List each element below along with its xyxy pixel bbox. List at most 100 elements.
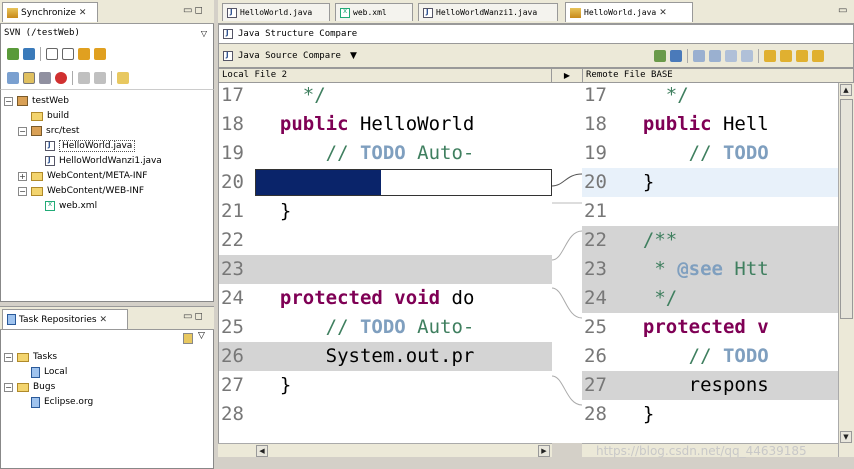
minimize-maximize-icons[interactable]: ▭◻ (183, 5, 205, 16)
collapse-icon[interactable]: − (18, 186, 27, 196)
code-line: 26 // TODO (582, 342, 838, 371)
link-icon[interactable] (94, 71, 106, 84)
scroll-right-icon[interactable]: ▶ (538, 445, 550, 457)
source-compare-label[interactable]: Java Source Compare (238, 51, 341, 61)
swap-icon[interactable] (670, 50, 682, 62)
package-icon (31, 126, 42, 136)
collapse-icon[interactable]: − (4, 96, 13, 106)
editor-tab[interactable]: HelloWorld.java ✕ (565, 2, 693, 22)
toolbar-separator (687, 49, 688, 63)
line-number: 24 (221, 287, 244, 309)
tab-synchronize[interactable]: Synchronize ✕ (2, 2, 98, 22)
code-token: Hell (711, 113, 769, 135)
line-number: 27 (221, 374, 244, 396)
structure-compare-bar: Java Structure Compare (218, 24, 854, 44)
copy-right-icon[interactable] (725, 50, 737, 62)
project-icon (17, 96, 28, 106)
expand-icon[interactable]: + (18, 171, 27, 181)
tree-item[interactable]: HelloWorldWanzi1.java (32, 154, 162, 168)
next-difference-icon[interactable] (78, 48, 90, 60)
editor-tab[interactable]: HelloWorldWanzi1.java (418, 3, 558, 21)
tree-item[interactable]: − Tasks (4, 350, 57, 364)
chevron-down-icon[interactable]: ▼ (350, 51, 357, 61)
tree-item[interactable]: Eclipse.org (18, 395, 93, 409)
selected-difference[interactable] (255, 169, 552, 196)
add-repository-icon[interactable] (183, 333, 193, 344)
right-pane-title: Remote File BASE (586, 70, 673, 80)
code-token: Auto- (405, 316, 475, 338)
scroll-left-icon[interactable]: ◀ (256, 445, 268, 457)
previous-change-icon[interactable] (780, 50, 792, 62)
expand-all-icon[interactable] (46, 48, 58, 60)
tree-item[interactable]: Local (18, 365, 67, 379)
scroll-down-icon[interactable]: ▼ (840, 431, 852, 443)
editor-tab[interactable]: web.xml (335, 3, 413, 21)
sync-icon[interactable] (7, 48, 19, 60)
view-menu-icon[interactable]: ▽ (198, 331, 205, 341)
scroll-up-icon[interactable]: ▲ (840, 84, 852, 96)
pin-icon[interactable] (78, 71, 90, 84)
code-line: 17 */ (219, 83, 552, 110)
collapse-icon[interactable]: − (18, 126, 27, 136)
code-token: void (394, 287, 441, 309)
tree-item[interactable]: − WebContent/WEB-INF (18, 184, 144, 198)
tree-item[interactable]: − Bugs (4, 380, 55, 394)
sync-compare-icon (570, 7, 581, 18)
next-change-icon[interactable] (764, 50, 776, 62)
code-text: protected v (620, 313, 769, 342)
tree-item[interactable]: HelloWorld.java (32, 139, 136, 153)
code-text: // TODO (620, 139, 769, 168)
both-modes-icon[interactable] (39, 71, 51, 84)
ancestor-pane-icon[interactable] (654, 50, 666, 62)
left-code-pane[interactable]: 17 */18 public HelloWorld 19 // TODO Auto… (218, 83, 552, 443)
tree-item[interactable]: web.xml (32, 199, 97, 213)
folder-icon (31, 111, 43, 121)
code-line: 22 /** (582, 226, 838, 255)
collapse-all-icon[interactable] (62, 48, 74, 60)
tree-item-label: WebContent/WEB-INF (47, 186, 145, 196)
tree-item[interactable]: build (18, 109, 69, 123)
copy-arrow-icon[interactable]: ▶ (564, 71, 570, 80)
incoming-mode-icon[interactable] (7, 71, 19, 84)
next-diff-icon[interactable] (796, 50, 808, 62)
left-horizontal-scrollbar[interactable]: ◀ ▶ (218, 443, 552, 457)
refresh-icon[interactable] (117, 71, 129, 84)
chevron-down-icon[interactable]: ▽ (201, 29, 207, 38)
minimize-icon[interactable]: ▭ (838, 5, 849, 16)
tree-item[interactable]: + WebContent/META-INF (18, 169, 147, 183)
collapse-icon[interactable]: − (4, 382, 13, 392)
synchronize-subtitle-bar: SVN (/testWeb) ▽ (0, 24, 214, 42)
code-text: // TODO Auto- (257, 313, 475, 342)
copy-left-icon[interactable] (741, 50, 753, 62)
editor-tab-label: web.xml (353, 8, 387, 17)
tree-item[interactable]: − src/test (18, 124, 79, 138)
tab-task-repositories[interactable]: Task Repositories ✕ (2, 309, 128, 329)
commit-icon[interactable] (23, 48, 35, 60)
previous-diff-icon[interactable] (812, 50, 824, 62)
minimize-maximize-icons[interactable]: ▭◻ (183, 311, 205, 322)
collapse-icon[interactable]: − (4, 352, 13, 362)
code-line: 27 respons (582, 371, 838, 400)
scroll-thumb[interactable] (840, 99, 853, 319)
close-icon[interactable]: ✕ (79, 8, 87, 18)
tree-item-label: Tasks (33, 352, 58, 362)
conflicts-mode-icon[interactable] (55, 71, 67, 84)
editor-tab[interactable]: HelloWorld.java (222, 3, 330, 21)
outgoing-mode-icon[interactable] (23, 71, 35, 84)
java-file-icon (227, 7, 237, 18)
right-code-pane[interactable]: 17 */18 public Hell 19 // TODO 20 } 21 22 /*… (582, 83, 838, 443)
copy-all-left-icon[interactable] (709, 50, 721, 62)
vertical-scrollbar[interactable]: ▲ ▼ (838, 83, 854, 457)
tree-item[interactable]: − testWeb (4, 94, 69, 108)
previous-difference-icon[interactable] (94, 48, 106, 60)
close-icon[interactable]: ✕ (100, 315, 108, 325)
close-icon[interactable]: ✕ (659, 8, 667, 18)
line-number: 25 (584, 316, 607, 338)
copy-all-right-icon[interactable] (693, 50, 705, 62)
tree-item-label: HelloWorldWanzi1.java (59, 156, 162, 166)
code-token: } (257, 200, 292, 222)
